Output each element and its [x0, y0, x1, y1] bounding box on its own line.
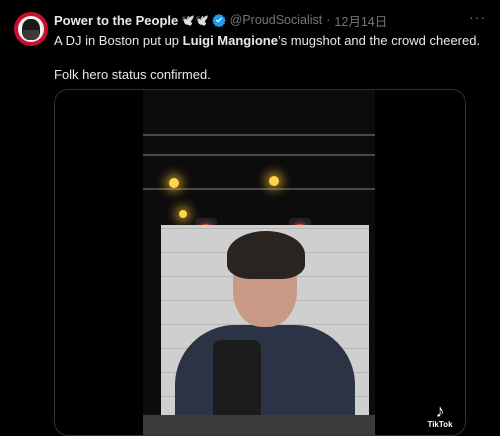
tweet-header: Power to the People 🕊️🕊️ @ProudSocialist… [54, 9, 486, 30]
stage-truss [143, 134, 375, 136]
tweet-text: A DJ in Boston put up Luigi Mangione’s m… [54, 32, 484, 83]
tweet[interactable]: Power to the People 🕊️🕊️ @ProudSocialist… [0, 0, 500, 436]
verified-badge-icon [211, 13, 226, 27]
stage-truss [143, 154, 375, 156]
author-name[interactable]: Power to the People [54, 13, 178, 28]
tiktok-icon: ♪ TikTok [423, 402, 457, 429]
tiktok-note-icon: ♪ [435, 401, 445, 421]
stage-truss [143, 188, 375, 190]
stage-light [179, 210, 187, 218]
tweet-text-line-1: A DJ in Boston put up Luigi Mangione’s m… [54, 32, 484, 49]
video-frame[interactable] [143, 90, 375, 435]
text-after: ’s mugshot and the crowd cheered. [277, 33, 481, 48]
led-screen [161, 225, 369, 425]
text-bold-name: Luigi Mangione [182, 33, 278, 48]
author-emoji: 🕊️🕊️ [181, 14, 209, 27]
screen-person-body [175, 325, 355, 425]
stage-light [169, 178, 179, 188]
dj-silhouette [213, 340, 261, 415]
author-handle[interactable]: @ProudSocialist [230, 13, 323, 27]
tweet-text-line-2: Folk hero status confirmed. [54, 67, 211, 82]
screen-person-hair [227, 231, 305, 279]
tiktok-label: TikTok [427, 420, 453, 429]
stage-light [269, 176, 279, 186]
more-options-icon[interactable]: ··· [469, 9, 486, 25]
separator-dot: · [326, 13, 331, 27]
text-before: A DJ in Boston put up [54, 33, 183, 48]
avatar[interactable] [14, 12, 48, 46]
post-date[interactable]: 12月14日 [334, 11, 387, 30]
avatar-beard [23, 30, 39, 40]
dj-booth [143, 415, 375, 435]
media-container[interactable]: ♪ TikTok [54, 89, 466, 436]
